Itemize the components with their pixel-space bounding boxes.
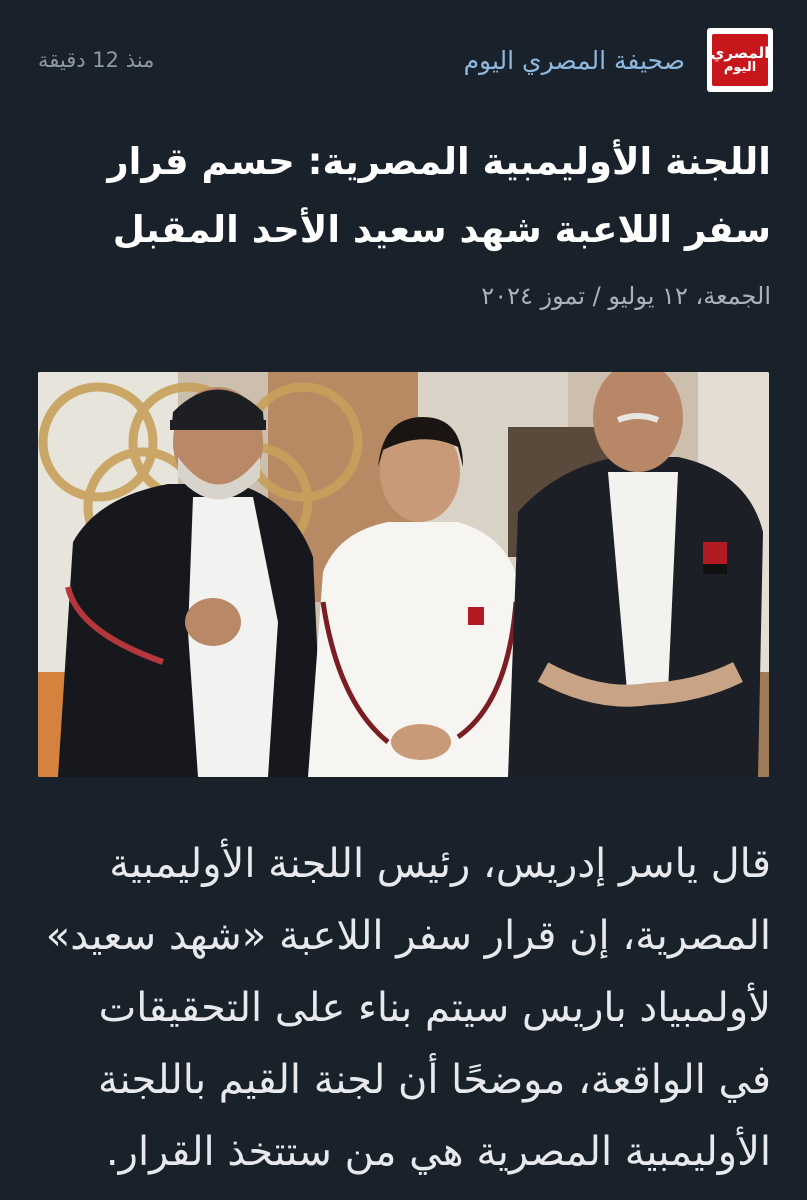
article-body: قال ياسر إدريس، رئيس اللجنة الأوليمبية ا… xyxy=(45,841,771,1175)
publisher-name-link[interactable]: صحيفة المصري اليوم xyxy=(464,46,685,75)
article-headline[interactable]: اللجنة الأوليمبية المصرية: حسم قرار سفر … xyxy=(36,128,771,264)
article-photo-illustration xyxy=(38,372,769,777)
publisher-logo-mark: المصري اليوم xyxy=(710,34,770,86)
article-photo[interactable] xyxy=(38,372,769,777)
logo-line2: اليوم xyxy=(723,60,757,75)
article-page: المصري اليوم صحيفة المصري اليوم منذ 12 د… xyxy=(0,0,807,1200)
published-time-ago: منذ 12 دقيقة xyxy=(38,48,155,72)
publisher-logo[interactable]: المصري اليوم xyxy=(707,28,773,92)
article-header: المصري اليوم صحيفة المصري اليوم منذ 12 د… xyxy=(38,28,773,92)
article-date: الجمعة، ١٢ يوليو / تموز ٢٠٢٤ xyxy=(481,282,771,310)
logo-line1: المصري xyxy=(710,44,770,62)
